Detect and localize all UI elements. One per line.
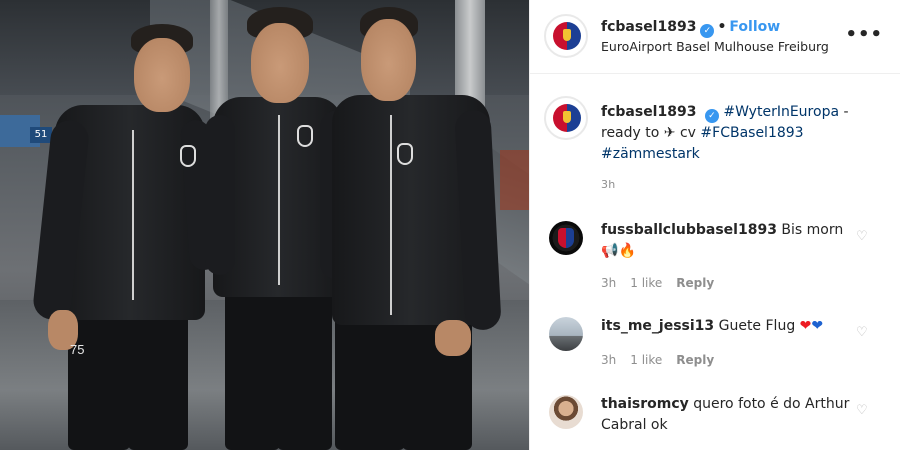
commenter-avatar[interactable]	[549, 395, 583, 429]
commenter-avatar[interactable]	[549, 317, 583, 351]
caption-fragment: ready to	[601, 125, 664, 141]
header-line: fcbasel1893 ✓ • Follow	[601, 19, 780, 38]
shirt-number: 75	[70, 342, 85, 357]
hashtag-link[interactable]: #zämmestark	[601, 146, 700, 162]
comment-body: Guete Flug	[718, 318, 796, 334]
like-heart-icon[interactable]: ♡	[856, 230, 868, 243]
fcb-crest-icon	[553, 22, 581, 50]
header-username[interactable]: fcbasel1893	[601, 19, 696, 35]
caption-timestamp[interactable]: 3h	[601, 178, 616, 191]
blue-heart-emoji-icon: ❤	[811, 318, 824, 334]
megaphone-emoji-icon: 📢	[601, 243, 619, 259]
player-left: 75	[31, 20, 221, 450]
comment-username[interactable]: its_me_jessi13	[601, 318, 714, 334]
header-separator: •	[717, 19, 727, 35]
airplane-emoji-icon: ✈	[663, 125, 676, 141]
post-details-panel: fcbasel1893 ✓ • Follow EuroAirport Basel Mu…	[529, 0, 900, 450]
comment-body: Bis morn	[781, 222, 844, 238]
more-options-icon[interactable]: •••	[845, 24, 883, 45]
caption-avatar[interactable]	[544, 96, 588, 140]
comment-username[interactable]: thaisromcy	[601, 396, 689, 412]
comment-time[interactable]: 3h	[601, 276, 616, 290]
player-middle	[205, 5, 355, 450]
location-link[interactable]: EuroAirport Basel Mulhouse Freiburg	[601, 39, 829, 54]
verified-badge-icon: ✓	[700, 24, 715, 38]
like-heart-icon[interactable]: ♡	[856, 326, 868, 339]
comment-username[interactable]: fussballclubbasel1893	[601, 222, 777, 238]
post-photo[interactable]: 51 75	[0, 0, 529, 450]
post-header: fcbasel1893 ✓ • Follow EuroAirport Basel Mu…	[530, 0, 900, 74]
fire-emoji-icon: 🔥	[618, 243, 636, 259]
comment-likes[interactable]: 1 like	[630, 353, 662, 367]
comment-likes[interactable]: 1 like	[630, 276, 662, 290]
comment-meta: 3h 1 like Reply	[601, 353, 728, 367]
verified-badge-icon: ✓	[704, 109, 719, 123]
hashtag-link[interactable]: #FCBasel1893	[700, 125, 803, 141]
comment-text: its_me_jessi13 Guete Flug ❤❤	[601, 316, 851, 337]
reply-button[interactable]: Reply	[676, 276, 714, 290]
caption-fragment: cv	[675, 125, 701, 141]
comment-time[interactable]: 3h	[601, 353, 616, 367]
fcb-crest-icon	[553, 104, 581, 132]
fcb-crest-icon	[558, 228, 574, 248]
player-right	[330, 5, 502, 450]
caption-fragment: -	[839, 104, 849, 120]
hashtag-link[interactable]: #WyterInEuropa	[723, 104, 839, 120]
comment-text: fussballclubbasel1893 Bis morn 📢🔥	[601, 220, 851, 262]
red-heart-emoji-icon: ❤	[799, 318, 812, 334]
like-heart-icon[interactable]: ♡	[856, 404, 868, 417]
caption-username[interactable]: fcbasel1893	[601, 104, 696, 120]
follow-button[interactable]: Follow	[729, 19, 780, 35]
reply-button[interactable]: Reply	[676, 353, 714, 367]
caption-text: fcbasel1893 ✓ #WyterInEuropa - ready to …	[601, 102, 891, 165]
background-door	[500, 150, 529, 210]
comment-text: thaisromcy quero foto é do Arthur Cabral…	[601, 394, 851, 436]
commenter-avatar[interactable]	[549, 221, 583, 255]
profile-avatar[interactable]	[544, 14, 588, 58]
comment-meta: 3h 1 like Reply	[601, 276, 728, 290]
